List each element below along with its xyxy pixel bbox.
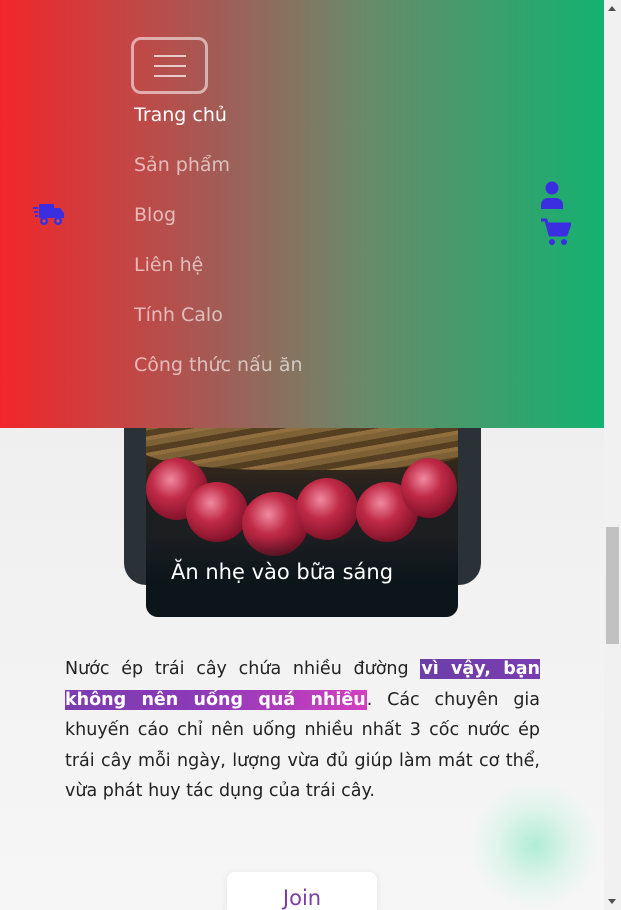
raspberry-image [296,478,358,540]
scroll-down-arrow-icon[interactable] [608,899,616,904]
nav-item-products[interactable]: Sản phẩm [134,150,303,200]
hamburger-icon-bar [153,54,186,57]
scrollbar[interactable] [604,0,621,910]
hamburger-icon-bar [153,74,186,77]
nav-item-blog[interactable]: Blog [134,200,303,250]
card-title: Ăn nhẹ vào bữa sáng [171,560,394,584]
user-icon[interactable] [540,181,564,209]
menu-toggle-button[interactable] [131,37,208,94]
cart-icon[interactable] [541,218,571,246]
header-nav-panel: Trang chủ Sản phẩm Blog Liên hệ Tính Cal… [0,0,604,428]
main-nav: Trang chủ Sản phẩm Blog Liên hệ Tính Cal… [134,100,303,400]
raspberry-image [401,458,457,518]
decorative-glow [470,780,600,910]
article-paragraph: Nước ép trái cây chứa nhiều đường vì vậy… [65,654,540,807]
nav-item-home[interactable]: Trang chủ [134,100,303,150]
article-text-before: Nước ép trái cây chứa nhiều đường [65,659,421,679]
scroll-up-arrow-icon[interactable] [608,6,616,11]
nav-item-recipes[interactable]: Công thức nấu ăn [134,350,303,400]
nav-item-calorie[interactable]: Tính Calo [134,300,303,350]
food-card[interactable]: Ăn nhẹ vào bữa sáng [146,410,458,617]
scrollbar-thumb[interactable] [606,527,619,644]
hamburger-icon-bar [153,64,186,67]
nav-item-contact[interactable]: Liên hệ [134,250,303,300]
raspberry-image [186,482,248,542]
join-button[interactable]: Join [227,872,377,910]
delivery-truck-icon[interactable] [33,201,65,227]
